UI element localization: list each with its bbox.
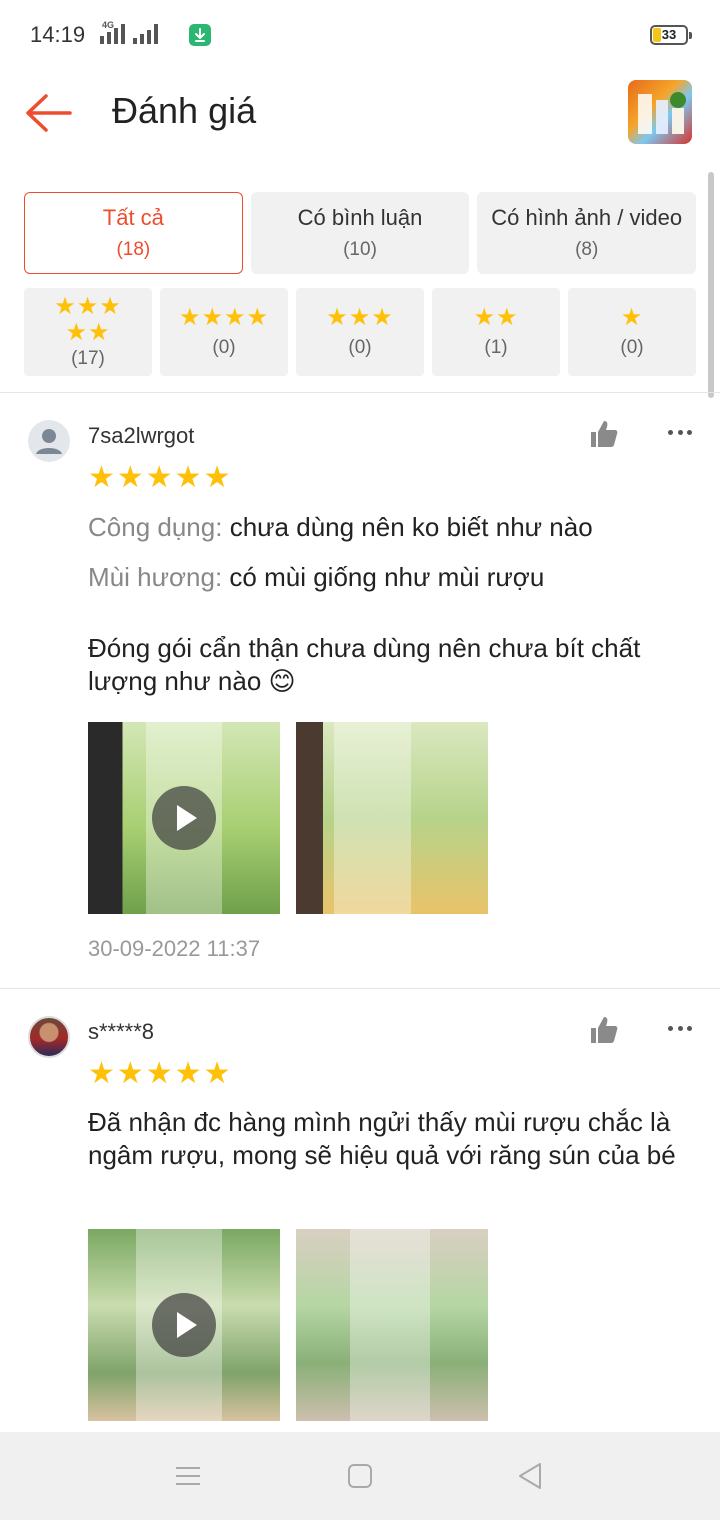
star-filter-count: (0) [620, 337, 644, 358]
star-filter-count: (0) [212, 337, 236, 358]
attribute-value: chưa dùng nên ko biết như nào [229, 512, 593, 542]
product-image-icon [638, 92, 686, 134]
signal-icon: 4G [100, 20, 158, 44]
star-filter-count: (1) [484, 337, 508, 358]
like-icon[interactable] [588, 1014, 620, 1046]
attribute-value: có mùi giống như mùi rượu [229, 562, 545, 592]
play-icon[interactable] [152, 786, 216, 850]
battery-level: 33 [661, 27, 677, 42]
review-video[interactable] [88, 722, 280, 914]
review-text: Đã nhận đc hàng mình ngửi thấy mùi rượu … [88, 1107, 676, 1170]
attribute-key: Mùi hương: [88, 562, 223, 592]
filter-5-stars[interactable]: ★★★ ★★ (17) [24, 288, 152, 376]
filter-count: (8) [575, 239, 599, 260]
arrow-left-icon [26, 94, 72, 132]
attribute-line: Mùi hương: có mùi giống như mùi rượu [88, 562, 544, 593]
battery-icon: 33 [650, 25, 692, 45]
menu-icon[interactable] [172, 1460, 204, 1492]
rating-stars: ★★★★★ [88, 1057, 233, 1090]
status-bar: 14:19 4G 33 [0, 0, 720, 70]
review-video[interactable] [88, 1229, 280, 1421]
review-item: 7sa2lwrgot ★★★★★ Công dụng: chưa dùng nê… [0, 392, 720, 988]
page-title: Đánh giá [112, 90, 257, 131]
star-icon: ★★★ [326, 304, 394, 331]
filter-1-star[interactable]: ★ (0) [568, 288, 696, 376]
play-icon[interactable] [152, 1293, 216, 1357]
like-icon[interactable] [588, 418, 620, 450]
status-time: 14:19 [30, 22, 86, 47]
star-filter-count: (0) [348, 337, 372, 358]
star-filter-tabs: ★★★ ★★ (17) ★★★★ (0) ★★★ (0) ★★ (1) ★ (0… [24, 288, 696, 376]
review-timestamp: 30-09-2022 11:37 [88, 936, 261, 961]
review-image[interactable] [296, 722, 488, 914]
username: s*****8 [88, 1019, 155, 1044]
more-options-icon[interactable] [668, 430, 692, 440]
filter-3-stars[interactable]: ★★★ (0) [296, 288, 424, 376]
scrollbar[interactable] [708, 172, 714, 398]
star-icon: ★★★★ [178, 304, 270, 331]
star-filter-count: (17) [71, 348, 105, 369]
review-item: s*****8 ★★★★★ Đã nhận đc hàng mình ngửi … [0, 988, 720, 1432]
review-text: Đóng gói cẩn thận chưa dùng nên chưa bít… [88, 633, 641, 696]
user-icon [36, 429, 62, 454]
attribute-line: Công dụng: chưa dùng nên ko biết như nào [88, 512, 593, 543]
filter-label: Có bình luận [297, 205, 423, 230]
avatar[interactable] [28, 1016, 70, 1058]
filter-4-stars[interactable]: ★★★★ (0) [160, 288, 288, 376]
star-icon: ★★ [473, 304, 519, 331]
download-icon [189, 24, 211, 46]
filter-count: (18) [116, 239, 151, 260]
square-home-icon[interactable] [344, 1460, 376, 1492]
back-button[interactable] [22, 88, 76, 138]
filter-2-stars[interactable]: ★★ (1) [432, 288, 560, 376]
filter-label: Tất cả [102, 205, 164, 230]
star-icon: ★★★ ★★ [54, 293, 122, 346]
filter-with-media[interactable]: Có hình ảnh / video (8) [477, 192, 697, 274]
product-thumbnail[interactable] [628, 80, 692, 144]
star-icon: ★ [620, 304, 644, 331]
filter-tabs: Tất cả (18) Có bình luận (10) Có hình ản… [24, 192, 697, 274]
filter-with-comment[interactable]: Có bình luận (10) [250, 192, 470, 274]
header: Đánh giá [0, 70, 720, 160]
avatar[interactable] [28, 420, 70, 462]
system-nav-bar [0, 1432, 720, 1520]
filter-label: Có hình ảnh / video [491, 205, 683, 230]
username: 7sa2lwrgot [88, 423, 195, 448]
attribute-key: Công dụng: [88, 512, 223, 542]
review-image[interactable] [296, 1229, 488, 1421]
filter-count: (10) [343, 239, 377, 260]
filter-all[interactable]: Tất cả (18) [24, 192, 243, 274]
rating-stars: ★★★★★ [88, 461, 233, 494]
triangle-back-icon[interactable] [514, 1460, 546, 1492]
network-type: 4G [102, 20, 115, 30]
more-options-icon[interactable] [668, 1026, 692, 1036]
